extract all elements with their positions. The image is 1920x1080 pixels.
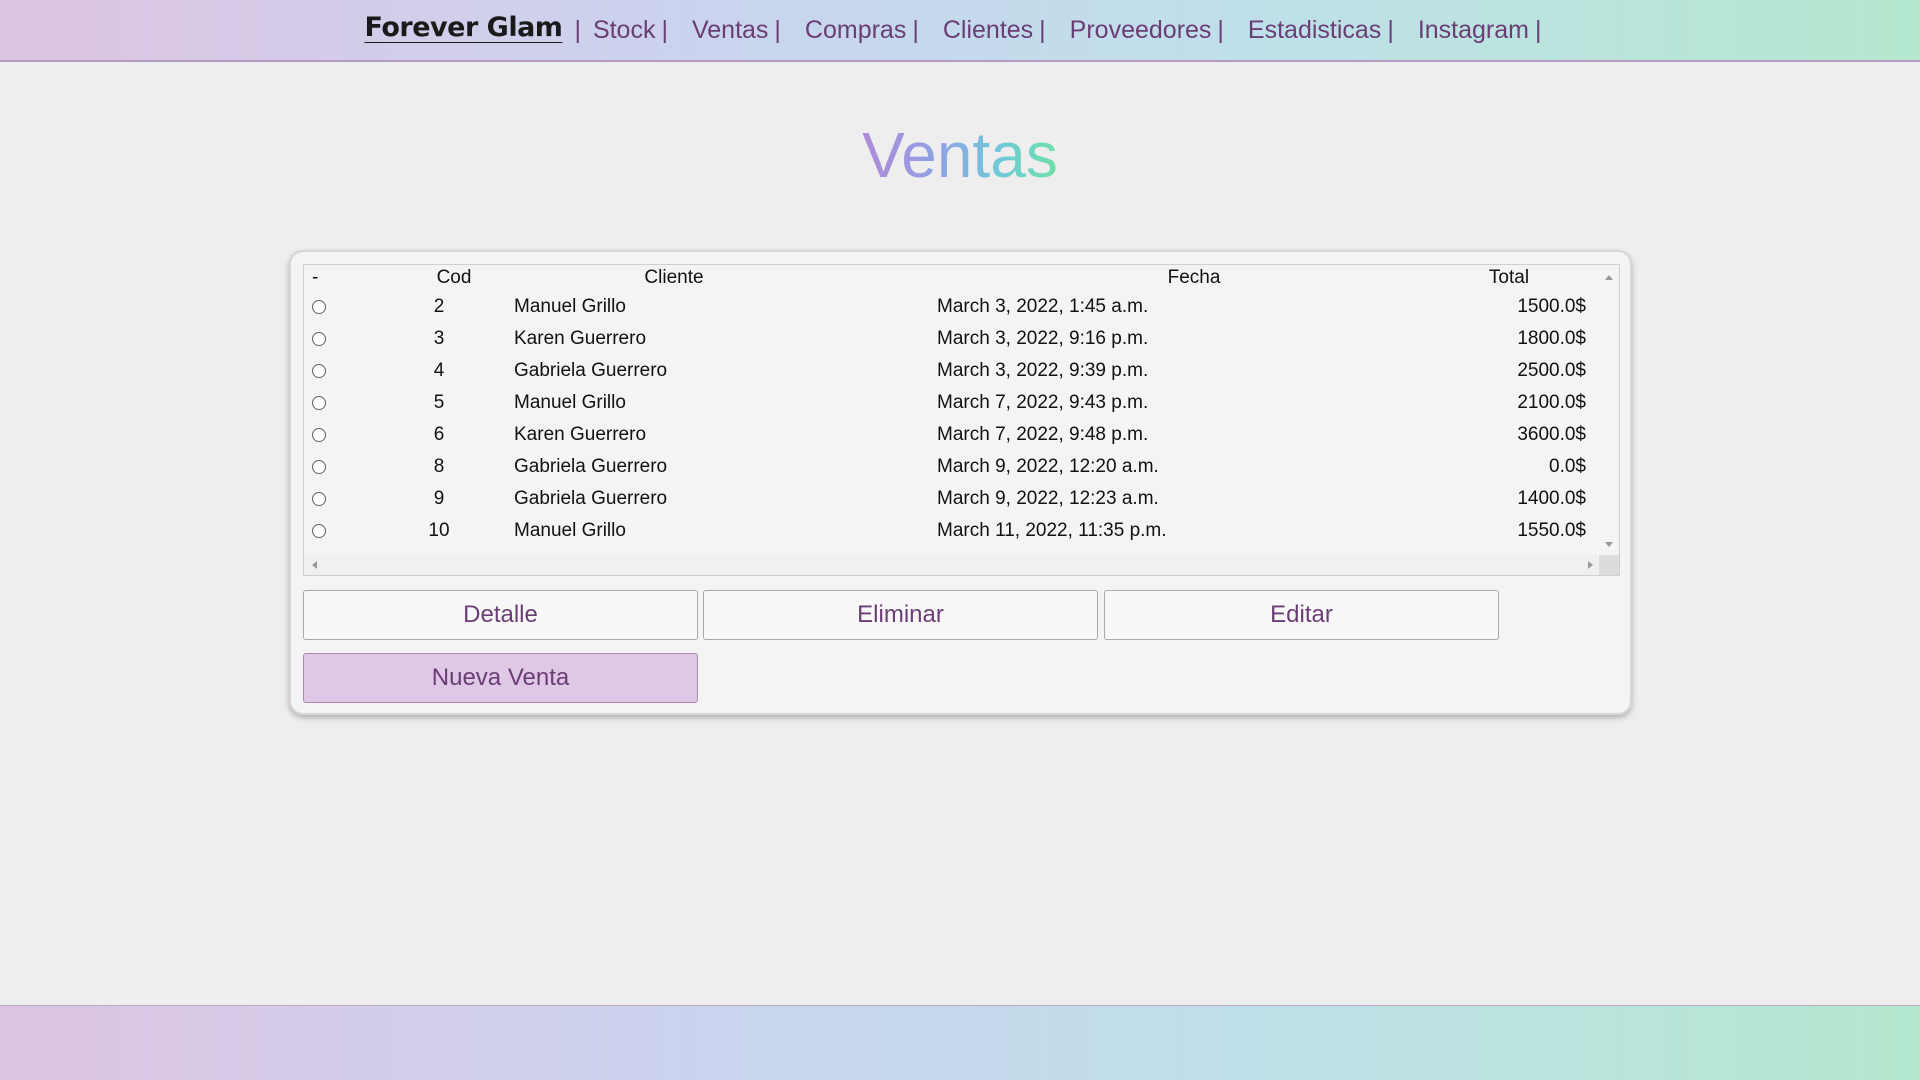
nueva-venta-button[interactable]: Nueva Venta (303, 653, 698, 703)
cell-cliente: Gabriela Guerrero (514, 360, 668, 381)
editar-button[interactable]: Editar (1104, 590, 1499, 640)
row-radio[interactable] (312, 395, 326, 410)
nav-link-ventas[interactable]: Ventas (692, 16, 768, 45)
cell-cliente: Karen Guerrero (514, 424, 647, 445)
nav-separator: | (1387, 15, 1394, 44)
nav-separator: | (1534, 15, 1542, 44)
sales-table-container: - Cod Cliente Fecha Total 2 Manuel Grill… (303, 264, 1620, 576)
cell-fecha: March 7, 2022, 9:48 p.m. (937, 424, 1149, 445)
cell-cod: 5 (433, 392, 445, 413)
cell-cod: 3 (433, 328, 445, 349)
nav-separator: | (912, 15, 919, 44)
detalle-button[interactable]: Detalle (303, 590, 698, 640)
cell-cod: 8 (433, 456, 445, 477)
col-header-fecha: Fecha (1167, 267, 1221, 288)
table-row[interactable]: 10 Manuel Grillo March 11, 2022, 11:35 p… (304, 515, 1594, 547)
scroll-down-arrow-icon[interactable] (1605, 542, 1613, 547)
table-header-row: - Cod Cliente Fecha Total (304, 265, 1594, 291)
col-header-select: - (312, 267, 319, 288)
page-title: Ventas (0, 118, 1920, 192)
row-select-cell (304, 515, 364, 547)
scroll-up-arrow-icon[interactable] (1605, 275, 1613, 280)
page-title-text: Ventas (862, 119, 1058, 191)
cell-total: 1800.0$ (1517, 328, 1586, 349)
scroll-left-arrow-icon[interactable] (312, 561, 317, 569)
table-row[interactable]: 8 Gabriela Guerrero March 9, 2022, 12:20… (304, 451, 1594, 483)
cell-total: 2500.0$ (1517, 360, 1586, 381)
row-select-cell (304, 387, 364, 419)
row-radio[interactable] (312, 299, 326, 314)
cell-cliente: Gabriela Guerrero (514, 488, 668, 509)
cell-cliente: Karen Guerrero (514, 328, 647, 349)
top-navbar: Forever Glam | Stock | Ventas | Compras … (0, 0, 1920, 62)
vertical-scrollbar[interactable] (1599, 265, 1619, 557)
row-radio[interactable] (312, 331, 326, 346)
row-select-cell (304, 451, 364, 483)
eliminar-button[interactable]: Eliminar (703, 590, 1098, 640)
main-nav: Forever Glam | Stock | Ventas | Compras … (355, 0, 1566, 60)
row-radio[interactable] (312, 459, 326, 474)
row-select-cell (304, 323, 364, 355)
nav-separator: | (574, 15, 581, 44)
sales-table-viewport: - Cod Cliente Fecha Total 2 Manuel Grill… (304, 265, 1601, 557)
nav-link-instagram[interactable]: Instagram (1418, 16, 1529, 45)
nav-separator: | (1217, 15, 1224, 44)
cell-cod: 10 (428, 520, 450, 541)
table-row[interactable]: 9 Gabriela Guerrero March 9, 2022, 12:23… (304, 483, 1594, 515)
nav-link-stock[interactable]: Stock (593, 16, 656, 45)
row-select-cell (304, 291, 364, 323)
row-radio[interactable] (312, 427, 326, 442)
brand-logo[interactable]: Forever Glam (365, 12, 563, 43)
cell-fecha: March 9, 2022, 12:23 a.m. (937, 488, 1159, 509)
cell-cod: 6 (433, 424, 445, 445)
nav-separator: | (661, 15, 668, 44)
table-row[interactable]: 4 Gabriela Guerrero March 3, 2022, 9:39 … (304, 355, 1594, 387)
table-row[interactable]: 2 Manuel Grillo March 3, 2022, 1:45 a.m.… (304, 291, 1594, 323)
sales-table: - Cod Cliente Fecha Total 2 Manuel Grill… (304, 265, 1594, 547)
cell-fecha: March 7, 2022, 9:43 p.m. (937, 392, 1149, 413)
cell-total: 1550.0$ (1517, 520, 1586, 541)
nav-link-clientes[interactable]: Clientes (943, 16, 1033, 45)
col-header-cliente: Cliente (644, 267, 704, 288)
cell-total: 3600.0$ (1517, 424, 1586, 445)
row-radio[interactable] (312, 491, 326, 506)
scrollbar-corner (1599, 555, 1619, 575)
table-row[interactable]: 5 Manuel Grillo March 7, 2022, 9:43 p.m.… (304, 387, 1594, 419)
cell-fecha: March 3, 2022, 1:45 a.m. (937, 296, 1149, 317)
cell-cliente: Manuel Grillo (514, 392, 626, 413)
nav-separator: | (774, 15, 781, 44)
col-header-total: Total (1488, 267, 1530, 288)
cell-total: 1400.0$ (1517, 488, 1586, 509)
col-header-cod: Cod (436, 267, 472, 288)
table-row[interactable]: 6 Karen Guerrero March 7, 2022, 9:48 p.m… (304, 419, 1594, 451)
row-radio[interactable] (312, 523, 326, 538)
cell-fecha: March 3, 2022, 9:39 p.m. (937, 360, 1149, 381)
row-select-cell (304, 419, 364, 451)
horizontal-scrollbar[interactable] (304, 555, 1601, 575)
table-row[interactable]: 3 Karen Guerrero March 3, 2022, 9:16 p.m… (304, 323, 1594, 355)
nav-link-estadisticas[interactable]: Estadisticas (1248, 16, 1381, 45)
cell-fecha: March 11, 2022, 11:35 p.m. (937, 520, 1167, 541)
cell-total: 1500.0$ (1517, 296, 1586, 317)
sales-panel: - Cod Cliente Fecha Total 2 Manuel Grill… (289, 250, 1632, 715)
cell-fecha: March 3, 2022, 9:16 p.m. (937, 328, 1149, 349)
cell-cliente: Manuel Grillo (514, 296, 626, 317)
cell-total: 2100.0$ (1517, 392, 1586, 413)
cell-cliente: Gabriela Guerrero (514, 456, 668, 477)
nav-link-compras[interactable]: Compras (805, 16, 906, 45)
cell-total: 0.0$ (1549, 456, 1586, 477)
cell-cod: 4 (433, 360, 445, 381)
cell-cod: 9 (433, 488, 445, 509)
nav-link-proveedores[interactable]: Proveedores (1070, 16, 1212, 45)
nav-separator: | (1039, 15, 1046, 44)
cell-cliente: Manuel Grillo (514, 520, 626, 541)
cell-cod: 2 (433, 296, 445, 317)
row-select-cell (304, 483, 364, 515)
cell-fecha: March 9, 2022, 12:20 a.m. (937, 456, 1159, 477)
row-radio[interactable] (312, 363, 326, 378)
page-footer (0, 1005, 1920, 1080)
row-select-cell (304, 355, 364, 387)
scroll-right-arrow-icon[interactable] (1588, 561, 1593, 569)
